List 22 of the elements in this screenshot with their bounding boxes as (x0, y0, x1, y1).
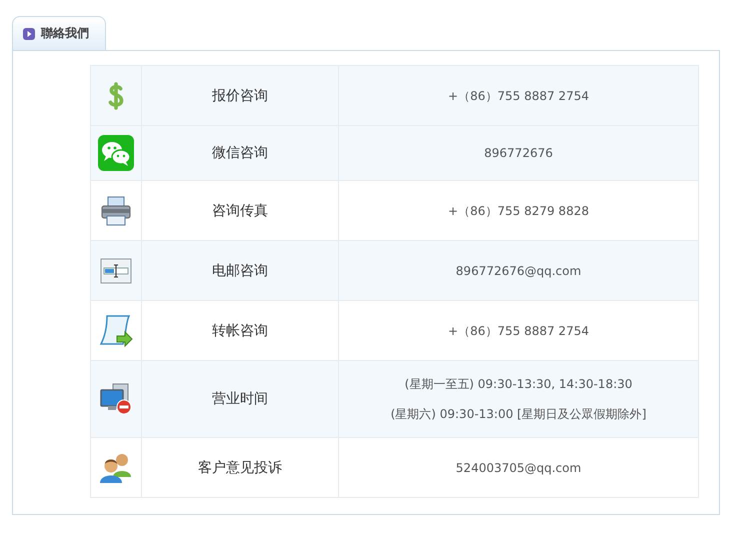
contact-label: 咨询传真 (212, 202, 268, 218)
contact-label: 转帐咨询 (212, 322, 268, 338)
contact-value: +（86）755 8279 8828 (447, 202, 590, 220)
play-icon (23, 28, 35, 40)
contact-value: 896772676 (483, 145, 554, 162)
contact-value: (星期六) 09:30-13:00 [星期日及公眾假期除外] (390, 406, 648, 423)
contact-label: 客户意见投诉 (198, 460, 282, 476)
contact-label: 电邮咨询 (212, 262, 268, 278)
contact-value: 896772676@qq.com (454, 262, 582, 280)
window-icon (100, 256, 132, 284)
contact-value: +（86）755 8887 2754 (447, 322, 590, 340)
computer-icon (99, 382, 133, 416)
chat-bubbles-icon (98, 135, 134, 171)
contact-value: 524003705@qq.com (454, 460, 582, 476)
scroll-arrow-icon (99, 314, 133, 348)
printer-icon (100, 194, 132, 226)
contact-label: 报价咨询 (212, 88, 268, 104)
section-tab[interactable]: 聯絡我們 (12, 16, 106, 50)
contact-value: (星期一至五) 09:30-13:30, 14:30-18:30 (404, 376, 634, 393)
contact-label: 微信咨询 (212, 145, 268, 161)
contact-label: 营业时间 (212, 391, 268, 407)
contact-value: +（86）755 8887 2754 (447, 88, 590, 104)
